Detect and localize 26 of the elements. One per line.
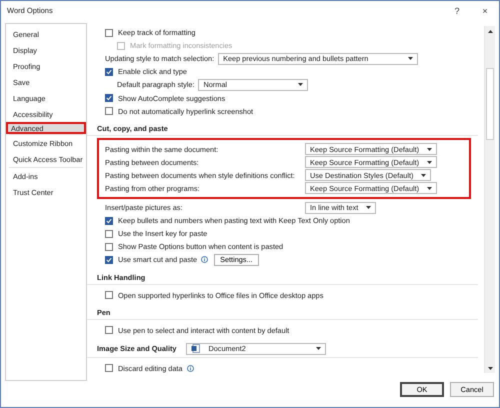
close-button[interactable]: × <box>471 6 499 16</box>
checkbox[interactable] <box>105 242 113 251</box>
dropdown-caret-icon <box>316 347 322 350</box>
scroll-up-icon[interactable] <box>488 30 492 32</box>
checkbox[interactable] <box>105 291 113 300</box>
document-icon <box>191 344 200 354</box>
checkbox[interactable] <box>105 326 113 334</box>
checkbox[interactable] <box>105 230 113 238</box>
checkbox[interactable] <box>105 28 113 37</box>
checkbox[interactable] <box>105 216 113 225</box>
dropdown-caret-icon <box>427 160 432 164</box>
scrollbar-thumb[interactable] <box>486 68 494 140</box>
scroll-down-icon[interactable] <box>488 366 492 370</box>
checkbox[interactable] <box>105 256 113 264</box>
checkbox[interactable] <box>105 364 113 372</box>
checkbox[interactable] <box>105 94 113 102</box>
dropdown-caret-icon <box>427 148 432 151</box>
help-button[interactable]: ? <box>443 6 471 16</box>
dropdown-caret-icon <box>427 186 432 190</box>
dropdown-caret-icon <box>421 174 426 177</box>
dropdown-caret-icon <box>298 83 304 86</box>
dropdown-caret-icon <box>366 206 372 210</box>
dropdown-caret-icon <box>408 57 414 60</box>
scrollbar[interactable] <box>484 26 495 373</box>
checkbox[interactable] <box>105 68 113 76</box>
checkbox[interactable] <box>105 107 113 116</box>
